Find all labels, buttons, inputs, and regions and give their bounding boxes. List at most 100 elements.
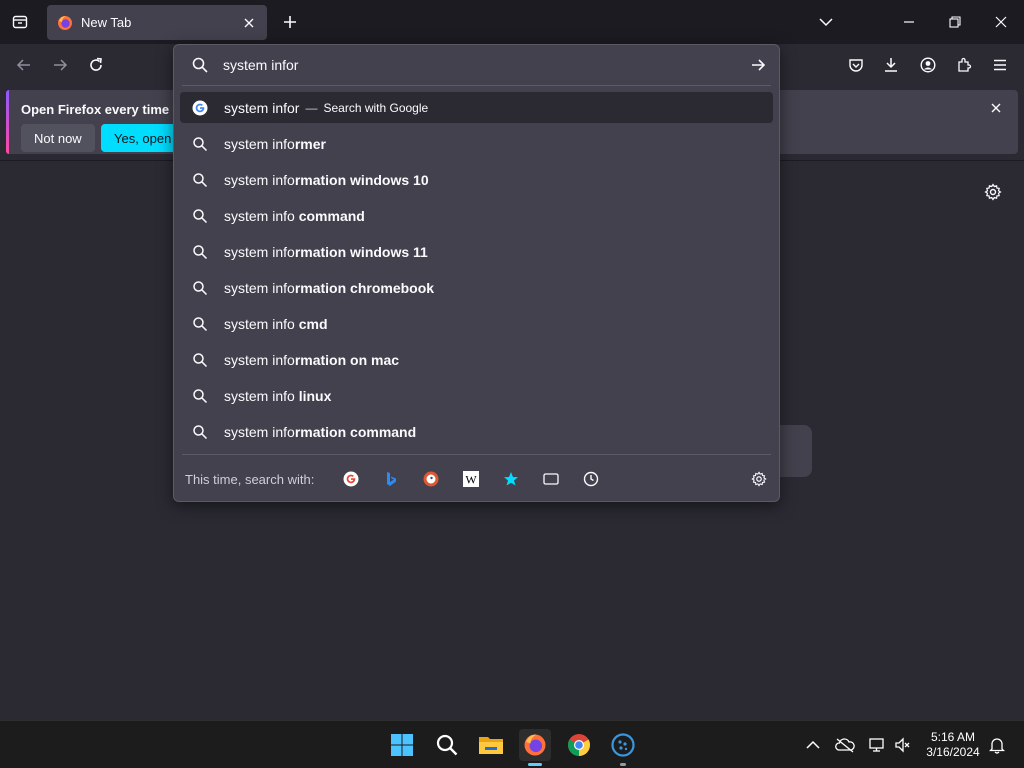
new-tab-button[interactable]	[278, 10, 302, 34]
suggestion-completion: rmer	[294, 136, 326, 152]
search-icon[interactable]	[431, 729, 463, 761]
newtab-tile[interactable]	[780, 425, 812, 477]
app-icon[interactable]	[607, 729, 639, 766]
search-icon	[192, 388, 208, 404]
suggestion-item[interactable]: system info rmation windows 11	[180, 234, 773, 270]
search-icon	[192, 172, 208, 188]
history-icon[interactable]	[581, 469, 601, 489]
search-icon	[191, 56, 209, 74]
urlbar-input-row	[174, 45, 779, 85]
not-now-button[interactable]: Not now	[21, 124, 95, 152]
result-search-google[interactable]: system infor — Search with Google	[180, 92, 773, 123]
suggestion-typed: system info	[224, 316, 299, 332]
chevron-up-icon[interactable]	[803, 735, 823, 755]
suggestion-typed: system info	[224, 244, 295, 260]
google-icon[interactable]	[341, 469, 361, 489]
bookmarks-icon[interactable]	[501, 469, 521, 489]
pocket-icon[interactable]	[844, 53, 868, 77]
notification-bell-icon[interactable]	[987, 735, 1007, 755]
bing-icon[interactable]	[381, 469, 401, 489]
notification-message: Open Firefox every time yo	[21, 102, 188, 117]
network-icon[interactable]	[867, 735, 887, 755]
clock-time: 5:16 AM	[930, 730, 976, 744]
url-input[interactable]	[223, 55, 723, 75]
downloads-icon[interactable]	[879, 53, 903, 77]
suggestion-item[interactable]: system info linux	[180, 378, 773, 414]
suggestion-typed: system info	[224, 136, 295, 152]
suggestion-item[interactable]: system info command	[180, 198, 773, 234]
suggestion-completion: rmation windows 11	[294, 244, 428, 260]
close-tab-icon[interactable]	[241, 15, 257, 31]
search-icon	[192, 208, 208, 224]
tab-strip: New Tab	[0, 0, 1024, 44]
file-explorer-icon[interactable]	[475, 729, 507, 761]
suggestion-completion: rmation chromebook	[294, 280, 435, 296]
volume-muted-icon[interactable]	[893, 735, 913, 755]
tabs-icon[interactable]	[541, 469, 561, 489]
menu-icon[interactable]	[988, 53, 1012, 77]
suggestion-typed: system info	[224, 352, 295, 368]
suggestion-typed: system info	[224, 388, 299, 404]
extensions-icon[interactable]	[952, 53, 976, 77]
suggestion-item[interactable]: system info rmation command	[180, 414, 773, 450]
list-all-tabs-icon[interactable]	[814, 10, 838, 34]
suggestion-completion: rmation windows 10	[294, 172, 429, 188]
search-icon	[192, 316, 208, 332]
firefox-view-icon[interactable]	[8, 10, 32, 34]
windows-taskbar: 5:16 AM 3/16/2024	[0, 720, 1024, 768]
tab-new-tab[interactable]: New Tab	[47, 5, 267, 40]
svg-text:W: W	[465, 473, 477, 487]
search-icon	[192, 280, 208, 296]
firefox-icon	[57, 15, 73, 31]
result-action: Search with Google	[323, 100, 429, 115]
active-app-indicator	[528, 763, 542, 766]
suggestion-typed: system info	[224, 172, 295, 188]
suggestion-typed: system info	[224, 424, 295, 440]
tab-title: New Tab	[81, 15, 132, 30]
search-settings-icon[interactable]	[749, 469, 769, 489]
result-separator: —	[305, 100, 318, 115]
newtab-settings-icon[interactable]	[983, 182, 1003, 202]
oneoff-label: This time, search with:	[185, 472, 315, 487]
notification-accent	[6, 90, 9, 154]
suggestion-item[interactable]: system info rmation on mac	[180, 342, 773, 378]
windows-start-icon[interactable]	[386, 729, 418, 761]
search-icon	[192, 424, 208, 440]
wikipedia-icon[interactable]: W	[461, 469, 481, 489]
taskbar-clock[interactable]: 5:16 AM 3/16/2024	[920, 730, 986, 760]
back-icon[interactable]	[12, 53, 36, 77]
urlbar-separator	[182, 85, 771, 86]
suggestion-completion: cmd	[298, 316, 328, 332]
go-arrow-icon[interactable]	[749, 56, 767, 74]
chrome-icon[interactable]	[563, 729, 595, 761]
minimize-button[interactable]	[897, 10, 921, 34]
oneoff-separator	[182, 454, 771, 455]
suggestion-item[interactable]: system info cmd	[180, 306, 773, 342]
clock-date: 3/16/2024	[926, 745, 980, 759]
forward-icon[interactable]	[48, 53, 72, 77]
result-text: system infor	[224, 99, 300, 116]
close-notification-icon[interactable]	[988, 100, 1004, 116]
suggestion-typed: system info	[224, 280, 295, 296]
google-icon	[192, 100, 208, 116]
firefox-icon[interactable]	[519, 729, 551, 766]
suggestion-item[interactable]: system info rmer	[180, 126, 773, 162]
suggestion-completion: command	[298, 208, 365, 224]
suggestion-item[interactable]: system info rmation chromebook	[180, 270, 773, 306]
search-icon	[192, 352, 208, 368]
urlbar-results: system infor — Search with Google system…	[180, 92, 773, 450]
suggestion-item[interactable]: system info rmation windows 10	[180, 162, 773, 198]
suggestion-typed: system info	[224, 208, 299, 224]
suggestion-completion: linux	[298, 388, 332, 404]
reload-icon[interactable]	[84, 53, 108, 77]
running-app-indicator	[620, 763, 626, 766]
search-icon	[192, 244, 208, 260]
urlbar-popup: system infor — Search with Google system…	[173, 44, 780, 502]
onedrive-offline-icon[interactable]	[835, 735, 855, 755]
account-icon[interactable]	[916, 53, 940, 77]
suggestion-completion: rmation on mac	[294, 352, 400, 368]
search-icon	[192, 136, 208, 152]
restore-button[interactable]	[943, 10, 967, 34]
duckduckgo-icon[interactable]	[421, 469, 441, 489]
close-window-button[interactable]	[989, 10, 1013, 34]
